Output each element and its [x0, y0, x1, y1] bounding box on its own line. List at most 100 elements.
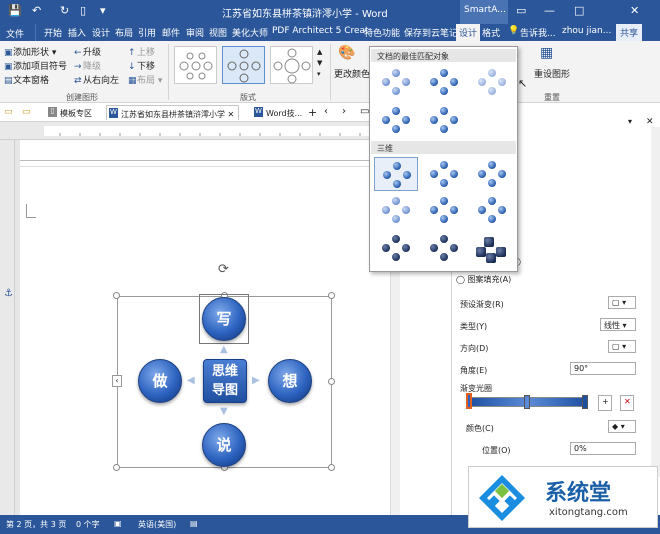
minimize-icon[interactable]: — [544, 4, 555, 17]
tab-home[interactable]: 开始 [44, 26, 62, 39]
style-item[interactable] [470, 65, 514, 99]
gradient-stop[interactable] [524, 395, 530, 409]
word-count[interactable]: 0 个字 [76, 519, 100, 530]
move-down-button[interactable]: ↓下移 [128, 59, 155, 72]
resize-handle[interactable] [328, 378, 335, 385]
style-item[interactable] [374, 65, 418, 99]
style-item[interactable] [422, 231, 466, 265]
close-icon[interactable]: ✕ [630, 4, 639, 17]
undo-icon[interactable]: ↶ [32, 4, 41, 17]
rotate-handle-icon[interactable]: ⟳ [218, 262, 229, 277]
layout-gallery-item-1[interactable] [174, 46, 217, 84]
tab-view[interactable]: 视图 [209, 26, 227, 39]
share-button[interactable]: 共享 [616, 24, 643, 41]
proofing-icon[interactable]: ▣ [114, 519, 122, 528]
gradient-stop-selected[interactable] [466, 393, 472, 409]
text-pane-toggle[interactable]: ‹ [112, 375, 122, 387]
tab-smartart-design[interactable]: 设计 [456, 24, 481, 41]
save-icon[interactable]: 💾 [8, 4, 22, 17]
style-item[interactable] [422, 65, 466, 99]
tab-references[interactable]: 引用 [138, 26, 156, 39]
resize-handle[interactable] [328, 292, 335, 299]
remove-stop-icon[interactable]: ✕ [620, 395, 634, 411]
pane-options-icon[interactable]: ▾ [628, 117, 632, 126]
style-item[interactable] [422, 103, 466, 137]
tab-scroll-left-icon[interactable]: ‹ [324, 106, 328, 117]
angle-input[interactable]: 90° [570, 362, 636, 375]
maximize-icon[interactable]: □ [574, 4, 584, 17]
resize-handle[interactable] [113, 464, 120, 471]
node-left[interactable]: 做 [138, 359, 182, 403]
pattern-fill-radio[interactable]: ◯ 图案填充(A) [456, 274, 511, 285]
type-dropdown[interactable]: 线性 ▾ [600, 318, 636, 331]
layout-gallery-item-3[interactable] [270, 46, 313, 84]
tab-meihua[interactable]: 美化大师 [232, 26, 268, 39]
demote-button[interactable]: →降级 [74, 59, 101, 72]
preset-gradient-dropdown[interactable]: ▢ ▾ [608, 296, 636, 309]
style-item[interactable] [470, 193, 514, 227]
style-item[interactable] [470, 231, 514, 265]
tab-cloud-notes[interactable]: 保存到云笔记 [404, 26, 458, 39]
node-top[interactable]: 写 [202, 297, 246, 341]
tab-special[interactable]: 特色功能 [364, 26, 400, 39]
color-picker[interactable]: ◆ ▾ [608, 420, 636, 433]
move-up-button[interactable]: ↑上移 [128, 45, 155, 58]
style-item[interactable] [374, 193, 418, 227]
tell-me[interactable]: 告诉我... [520, 26, 556, 39]
text-pane-button[interactable]: ▤文本窗格 [4, 73, 49, 86]
resize-handle[interactable] [113, 292, 120, 299]
tab-mailings[interactable]: 邮件 [162, 26, 180, 39]
tab-file[interactable]: 文件 [0, 24, 36, 41]
reset-graphic-button[interactable]: 重设图形 [534, 67, 570, 80]
tab-design[interactable]: 设计 [92, 26, 110, 39]
doc-tab-template[interactable]: ▯ 模板专区 [46, 105, 96, 120]
file-icon[interactable]: ▯ [80, 4, 86, 17]
node-bottom[interactable]: 说 [202, 423, 246, 467]
horizontal-ruler[interactable] [0, 122, 375, 140]
open-folder-icon[interactable]: ▭ [22, 107, 31, 117]
doc-tab-word[interactable]: W Word技... [252, 105, 306, 120]
style-item[interactable] [422, 193, 466, 227]
ribbon-options-icon[interactable]: ▭ [516, 4, 526, 17]
doc-tab-current[interactable]: W 江苏省如东县栟茶镇浒澪小学 ✕ [106, 105, 240, 120]
tab-pdf-architect[interactable]: PDF Architect 5 Creat [272, 26, 369, 36]
language[interactable]: 英语(美国) [138, 519, 176, 530]
reset-graphic-icon[interactable]: ▦ [540, 45, 553, 61]
folder-icon[interactable]: ▭ [4, 107, 13, 117]
style-item[interactable] [374, 103, 418, 137]
tab-insert[interactable]: 插入 [68, 26, 86, 39]
redo-icon[interactable]: ↻ [60, 4, 69, 17]
tab-format[interactable]: 格式 [482, 26, 500, 39]
pane-scrollbar[interactable] [651, 127, 660, 477]
user-name[interactable]: zhou jian... [562, 26, 611, 36]
vertical-ruler[interactable] [0, 140, 15, 515]
add-shape-button[interactable]: ▣添加形状 ▾ [4, 45, 56, 58]
node-right[interactable]: 想 [268, 359, 312, 403]
node-center[interactable]: 思维 导图 [203, 359, 247, 403]
pane-close-icon[interactable]: ✕ [646, 117, 654, 127]
macro-icon[interactable]: ▤ [190, 519, 198, 528]
promote-button[interactable]: ←升级 [74, 45, 101, 58]
gallery-scroll[interactable]: ▲ ▼ ▾ [317, 47, 322, 80]
change-colors-button[interactable]: 更改颜色 [334, 67, 370, 80]
add-bullet-button[interactable]: ▣添加项目符号 [4, 59, 67, 72]
style-item[interactable] [374, 231, 418, 265]
layout-button[interactable]: ▦布局 ▾ [128, 73, 162, 86]
tab-review[interactable]: 审阅 [186, 26, 204, 39]
position-input[interactable]: 0% [570, 442, 636, 455]
resize-handle[interactable] [328, 464, 335, 471]
style-item[interactable] [422, 157, 466, 191]
style-item-selected[interactable] [374, 157, 418, 191]
tab-layout[interactable]: 布局 [115, 26, 133, 39]
layout-gallery-item-2[interactable] [222, 46, 265, 84]
direction-dropdown[interactable]: ▢ ▾ [608, 340, 636, 353]
style-item[interactable] [470, 157, 514, 191]
gradient-stop[interactable] [582, 395, 588, 409]
add-tab-icon[interactable]: + [308, 106, 317, 119]
change-colors-icon[interactable]: 🎨 [338, 45, 355, 61]
right-to-left-button[interactable]: ⇄从右向左 [74, 73, 119, 86]
tab-scroll-right-icon[interactable]: › [342, 106, 346, 117]
add-stop-icon[interactable]: + [598, 395, 612, 411]
page-count[interactable]: 第 2 页，共 3 页 [6, 519, 66, 530]
customize-quick-access-icon[interactable]: ▾ [100, 4, 106, 17]
